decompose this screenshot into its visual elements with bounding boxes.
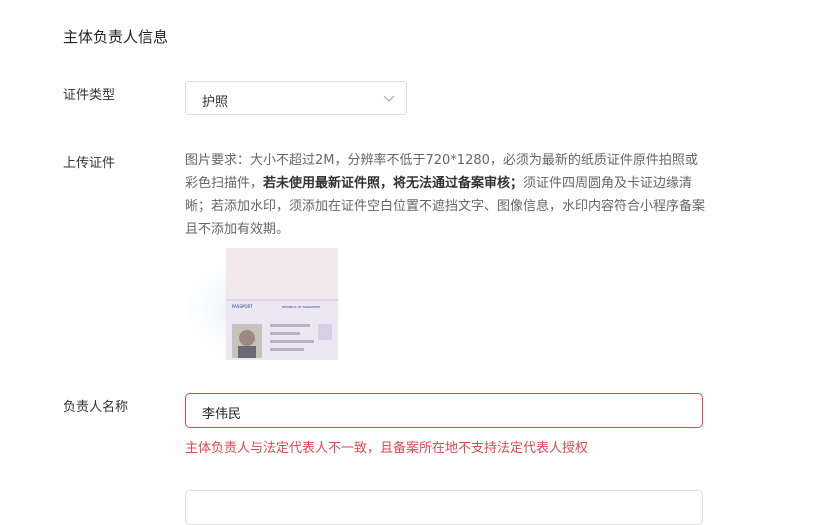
responsible-name-label: 负责人名称 — [63, 400, 129, 415]
passport-header-text: PASSPORT — [232, 304, 253, 309]
responsible-name-value: 李伟民 — [202, 407, 242, 422]
passport-image[interactable]: PASSPORT REPUBLIC OF SINGAPORE — [186, 248, 346, 360]
chevron-down-icon — [383, 95, 395, 102]
id-type-value: 护照 — [202, 95, 229, 110]
upload-requirements: 图片要求：大小不超过2M，分辨率不低于720*1280，必须为最新的纸质证件原件… — [185, 149, 710, 241]
req-text-bold: 若未使用最新证件照，将无法通过备案审核； — [263, 176, 524, 191]
upload-label: 上传证件 — [63, 156, 116, 171]
responsible-name-input[interactable]: 李伟民 — [185, 393, 703, 428]
section-title: 主体负责人信息 — [63, 28, 169, 46]
passport-country-text: REPUBLIC OF SINGAPORE — [282, 305, 320, 309]
id-type-label: 证件类型 — [63, 88, 116, 103]
responsible-name-error: 主体负责人与法定代表人不一致，且备案所在地不支持法定代表人授权 — [185, 441, 589, 456]
next-field-input[interactable] — [185, 490, 703, 525]
id-type-select[interactable]: 护照 — [185, 81, 407, 115]
